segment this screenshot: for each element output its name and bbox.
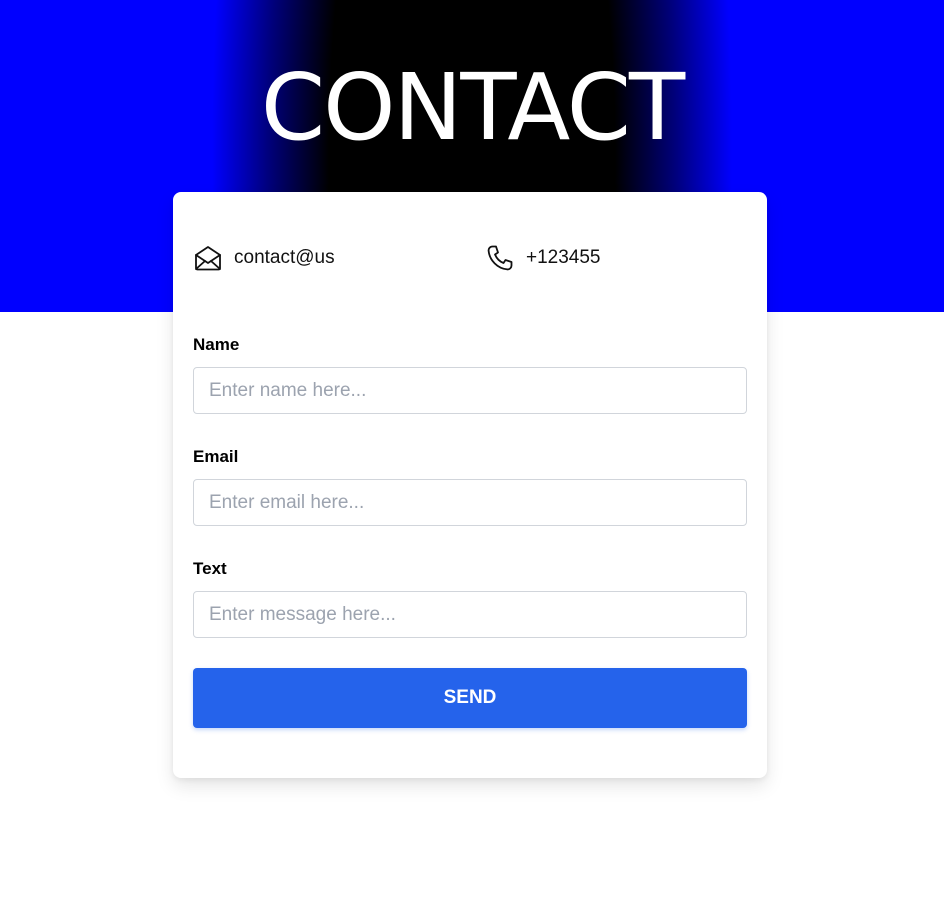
message-input[interactable] xyxy=(193,591,747,638)
envelope-open-icon xyxy=(193,243,223,273)
contact-page: CONTACT contact@us +123455 Name Enter na… xyxy=(0,0,944,921)
email-input[interactable] xyxy=(193,479,747,526)
contact-phone-info: +123455 xyxy=(485,242,601,274)
contact-email-text[interactable]: contact@us xyxy=(234,247,335,269)
email-label: Email xyxy=(193,447,239,466)
name-label: Name xyxy=(193,335,240,354)
page-title: CONTACT xyxy=(260,54,685,161)
contact-card: contact@us +123455 Name Email Text SEND xyxy=(173,192,767,778)
contact-phone-text[interactable]: +123455 xyxy=(526,247,601,269)
send-button[interactable]: SEND xyxy=(193,668,747,728)
name-input[interactable] xyxy=(193,367,747,414)
text-label: Text xyxy=(193,559,227,578)
phone-icon xyxy=(485,243,515,273)
contact-email-info: contact@us xyxy=(193,242,335,274)
